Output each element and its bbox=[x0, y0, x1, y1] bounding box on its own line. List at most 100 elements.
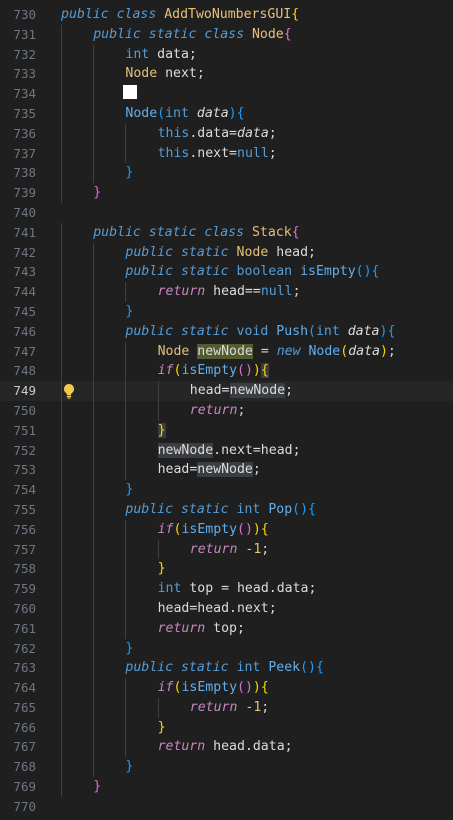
code-token: public static bbox=[125, 264, 237, 280]
indent-guide bbox=[61, 282, 62, 302]
code-line[interactable]: 736 this.data=data; bbox=[0, 123, 453, 144]
code-text: } bbox=[93, 777, 101, 797]
indent-guide bbox=[93, 44, 95, 65]
code-token: return bbox=[157, 620, 214, 636]
code-token: ; bbox=[252, 462, 261, 478]
code-line[interactable]: 765 return -1; bbox=[0, 697, 453, 718]
code-token: next bbox=[165, 66, 197, 82]
code-line[interactable]: 750 return; bbox=[0, 400, 453, 421]
code-token: ; bbox=[261, 541, 270, 557]
line-number: 757 bbox=[13, 541, 36, 557]
lightbulb-icon[interactable] bbox=[62, 383, 76, 399]
code-token: data bbox=[237, 125, 269, 141]
indent-guide bbox=[125, 282, 127, 302]
indent-guide bbox=[125, 539, 127, 560]
code-line[interactable]: 735 Node(int data){ bbox=[0, 103, 453, 124]
code-line[interactable]: 762} bbox=[0, 638, 453, 659]
indent-guide bbox=[125, 341, 127, 362]
code-token: = bbox=[252, 343, 277, 359]
code-line[interactable]: 743 public static boolean isEmpty(){ bbox=[0, 262, 453, 283]
code-token: Pop bbox=[268, 501, 293, 517]
code-token: head bbox=[276, 244, 309, 260]
code-token: if bbox=[157, 680, 174, 696]
code-line[interactable]: 749 head=newNode; bbox=[0, 381, 453, 401]
code-line[interactable]: 760 head=head.next; bbox=[0, 598, 453, 619]
indent-guide bbox=[93, 499, 95, 520]
code-text: head=newNode; bbox=[190, 381, 293, 401]
indent-guide bbox=[93, 658, 95, 679]
indent-guide bbox=[61, 123, 62, 144]
code-line[interactable]: 764 if(isEmpty()){ bbox=[0, 678, 453, 698]
code-line[interactable]: 740 bbox=[0, 203, 453, 223]
code-line[interactable]: 768} bbox=[0, 757, 453, 778]
code-line[interactable]: 756 if(isEmpty()){ bbox=[0, 519, 453, 540]
line-number: 741 bbox=[13, 224, 36, 240]
line-number: 730 bbox=[13, 7, 36, 22]
code-token: ) bbox=[379, 343, 388, 359]
code-text: if(isEmpty()){ bbox=[158, 361, 269, 381]
indent-guide bbox=[61, 460, 62, 481]
code-text: } bbox=[158, 559, 166, 579]
code-line[interactable]: 753 head=newNode; bbox=[0, 460, 453, 481]
code-token: ; bbox=[268, 125, 277, 141]
code-token: { bbox=[291, 224, 300, 240]
code-line[interactable]: 734 bbox=[0, 84, 453, 104]
code-token: data bbox=[157, 46, 189, 62]
code-line[interactable]: 745} bbox=[0, 301, 453, 322]
code-line[interactable]: 748 if(isEmpty()){ bbox=[0, 361, 453, 382]
code-line[interactable]: 732 int data; bbox=[0, 44, 453, 65]
indent-guide bbox=[125, 381, 127, 401]
code-token: ; bbox=[188, 46, 197, 62]
code-token: } bbox=[125, 303, 134, 319]
code-text: Node next; bbox=[125, 64, 204, 84]
code-text: } bbox=[125, 639, 133, 659]
line-number: 733 bbox=[13, 66, 36, 82]
indent-guide bbox=[93, 301, 95, 322]
indent-guide bbox=[93, 341, 95, 362]
code-line[interactable]: 770 bbox=[0, 797, 453, 817]
code-line[interactable]: 751} bbox=[0, 420, 453, 441]
code-line[interactable]: 757 return -1; bbox=[0, 539, 453, 560]
code-line[interactable]: 733 Node next; bbox=[0, 64, 453, 85]
line-number: 740 bbox=[13, 204, 36, 220]
code-line[interactable]: 744 return head==null; bbox=[0, 282, 453, 302]
code-token: { bbox=[260, 521, 269, 537]
code-line[interactable]: 742 public static Node head; bbox=[0, 242, 453, 263]
code-line[interactable]: 746 public static void Push(int data){ bbox=[0, 321, 453, 342]
code-token: } bbox=[125, 759, 134, 775]
code-token: { bbox=[308, 501, 316, 517]
code-line[interactable]: 737 this.next=null; bbox=[0, 143, 453, 164]
code-line[interactable]: 758} bbox=[0, 559, 453, 580]
code-line[interactable]: 755 public static int Pop(){ bbox=[0, 499, 453, 520]
indent-guide bbox=[93, 361, 95, 382]
line-number: 753 bbox=[13, 462, 36, 478]
indent-guide bbox=[61, 559, 62, 580]
code-line[interactable]: 752 newNode.next=head; bbox=[0, 440, 453, 461]
code-line[interactable]: 761 return top; bbox=[0, 618, 453, 639]
code-token: public static bbox=[125, 244, 237, 260]
indent-guide bbox=[125, 400, 127, 421]
code-line[interactable]: 754} bbox=[0, 480, 453, 500]
code-line[interactable]: 767 return head.data; bbox=[0, 737, 453, 758]
code-token: AddTwoNumbersGUI bbox=[164, 7, 292, 22]
code-line[interactable]: 738} bbox=[0, 163, 453, 184]
code-token: () bbox=[300, 660, 316, 676]
indent-guide bbox=[93, 678, 95, 698]
code-line[interactable]: 763 public static int Peek(){ bbox=[0, 658, 453, 679]
code-line[interactable]: 769} bbox=[0, 777, 453, 797]
code-line[interactable]: 741 public static class Stack{ bbox=[0, 222, 453, 243]
code-editor[interactable]: 730 public class AddTwoNumbersGUI{731 publ… bbox=[0, 5, 453, 817]
indent-guide bbox=[93, 420, 95, 441]
line-number: 768 bbox=[13, 759, 36, 775]
code-token: -1 bbox=[245, 699, 262, 715]
code-token: data bbox=[347, 323, 380, 339]
code-line[interactable]: 759 int top = head.data; bbox=[0, 579, 453, 599]
code-token: isEmpty bbox=[181, 521, 238, 537]
code-line[interactable]: 747 Node newNode = new Node(data); bbox=[0, 341, 453, 362]
code-line[interactable]: 766} bbox=[0, 717, 453, 738]
line-number: 746 bbox=[13, 323, 36, 339]
code-line[interactable]: 731 public static class Node{ bbox=[0, 24, 453, 45]
indent-guide bbox=[93, 717, 95, 738]
code-line[interactable]: 730 public class AddTwoNumbersGUI{ bbox=[0, 5, 453, 25]
code-line[interactable]: 739} bbox=[0, 183, 453, 203]
